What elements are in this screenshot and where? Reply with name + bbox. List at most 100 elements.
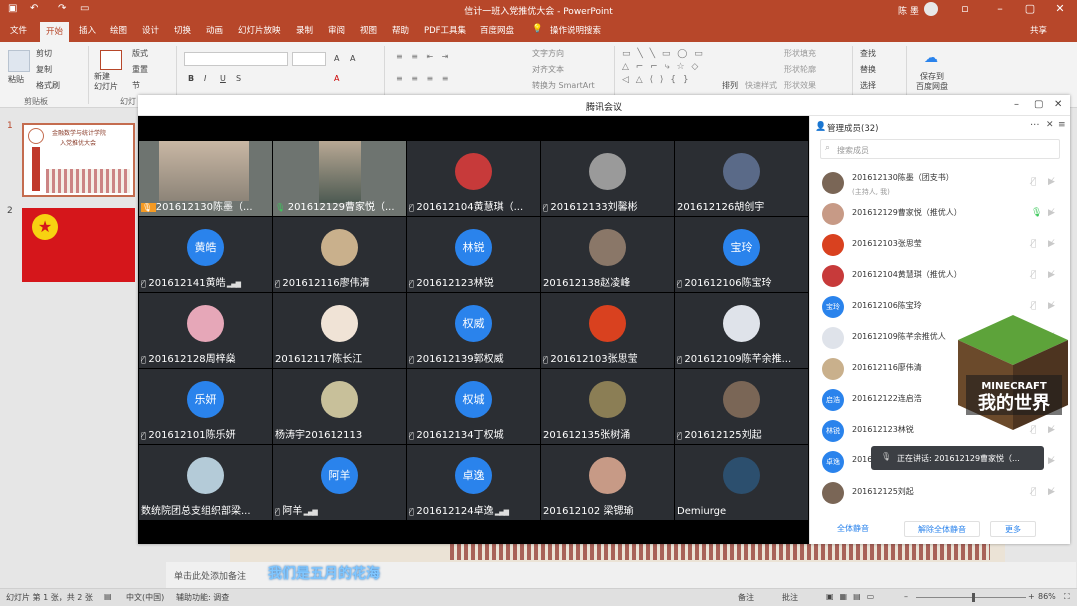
tab-draw[interactable]: 绘图 [110,24,127,36]
participant-tile[interactable]: 权城 🎙̸ 201612134丁权城 [407,369,540,444]
member-row[interactable]: 201612130陈墨（团支书） (主持人, 我) 🎙̸ ▶̸ [822,168,1062,198]
participant-tile[interactable]: 乐妍 🎙̸ 201612101陈乐妍 [139,369,272,444]
zoom-slider[interactable] [916,597,1026,598]
align-text-button[interactable]: 对齐文本 [532,64,564,75]
more-options-button[interactable]: 更多 [990,521,1036,537]
mic-muted-icon[interactable]: 🎙̸ [1031,270,1036,280]
reset-button[interactable]: 重置 [132,64,148,75]
participant-tile[interactable]: 数统院团总支组织部梁... [139,445,272,520]
restore-icon[interactable]: ▢ [1020,2,1040,15]
participant-tile[interactable]: 🎙̸ 201612125刘起 [675,369,808,444]
participant-tile[interactable]: 🎙̸ 201612133刘馨彬 [541,141,674,216]
arrange-button[interactable]: 排列 [722,80,738,91]
participant-tile[interactable]: 🎙̸ 201612109陈芊余推... [675,293,808,368]
font-size-select[interactable] [292,52,326,66]
comments-button[interactable]: 批注 [782,592,798,603]
text-direction-button[interactable]: 文字方向 [532,48,564,59]
format-painter-button[interactable]: 格式刷 [36,80,60,91]
font-color-icon[interactable]: A [334,74,339,83]
mic-muted-icon[interactable]: 🎙̸ [1031,487,1036,497]
more-icon[interactable]: ··· [1030,120,1040,131]
member-row[interactable]: 201612104黄慧琪（推优人） 🎙̸ ▶̸ [822,261,1062,291]
participant-tile[interactable]: 林锐 🎙̸ 201612123林锐 [407,217,540,292]
italic-icon[interactable]: I [204,74,206,83]
tab-slideshow[interactable]: 幻灯片放映 [238,24,281,36]
member-search-input[interactable]: ⌕ 搜索成员 [820,139,1060,159]
tab-view[interactable]: 视图 [360,24,377,36]
grow-font-icon[interactable]: A [334,54,339,63]
camera-off-icon[interactable]: ▶̸ [1048,487,1055,497]
shape-fill-button[interactable]: 形状填充 [784,48,816,59]
avatar[interactable] [924,2,938,16]
member-row[interactable]: 201612103张思莹 🎙̸ ▶̸ [822,230,1062,260]
shapes-gallery[interactable]: ▭ ╲ ╲ ▭ ◯ ▭ △ ⌐ ⌐ ⤷ ☆ ◇ ◁ △ ⟨ ⟩ { } [622,48,712,90]
participant-tile[interactable]: 201612102 梁锶瑜 [541,445,674,520]
camera-off-icon[interactable]: ▶̸ [1048,177,1055,187]
strikethrough-icon[interactable]: S [236,74,241,83]
unmute-all-button[interactable]: 解除全体静音 [904,521,980,537]
camera-off-icon[interactable]: ▶̸ [1048,456,1055,466]
new-slide-icon[interactable] [100,50,122,70]
view-buttons[interactable]: ▣▦▤▭ [826,592,880,601]
maximize-icon[interactable]: ▢ [1034,99,1043,110]
accessibility-status[interactable]: 辅助功能: 调查 [176,592,229,603]
copy-button[interactable]: 复制 [36,64,52,75]
fit-slide-icon[interactable]: ⛶ [1064,592,1070,602]
slide-thumbnail-1[interactable]: 金融数学与统计学院 入党推优大会 [22,123,135,197]
select-button[interactable]: 选择 [860,80,876,91]
tab-design[interactable]: 设计 [142,24,159,36]
participant-tile[interactable]: 201612117陈长江 [273,293,406,368]
layout-button[interactable]: 版式 [132,48,148,59]
mic-muted-icon[interactable]: 🎙̸ [1031,177,1036,187]
tab-record[interactable]: 录制 [296,24,313,36]
participant-tile[interactable]: 🎙̸ 201612128周梓燊 [139,293,272,368]
user-name[interactable]: 陈 墨 [898,4,919,17]
camera-off-icon[interactable]: ▶̸ [1048,270,1055,280]
slide-thumbnail-2[interactable]: ★ [22,208,135,282]
participant-tile[interactable]: 阿羊 🎙̸ 阿羊 ▂▄▆ [273,445,406,520]
find-button[interactable]: 查找 [860,48,876,59]
tab-insert[interactable]: 插入 [79,24,96,36]
minimize-icon[interactable]: – [990,2,1010,15]
participant-tile[interactable]: 201612135张树涌 [541,369,674,444]
replace-button[interactable]: 替换 [860,64,876,75]
save-to-baidu-button[interactable]: 保存到 百度网盘 [916,72,948,92]
tab-animations[interactable]: 动画 [206,24,223,36]
mic-muted-icon[interactable]: 🎙̸ [1031,301,1036,311]
mic-muted-icon[interactable]: 🎙̸ [1031,239,1036,249]
align-icons[interactable]: ≡ ≡ ≡ ≡ [396,74,451,83]
participant-tile[interactable]: 🎙̸ 201612116廖伟清 [273,217,406,292]
paste-button[interactable]: 粘贴 [8,74,24,85]
new-slide-button[interactable]: 新建 幻灯片 [94,72,118,92]
menu-icon[interactable]: ≡ [1058,120,1066,130]
member-row[interactable]: 201612129曹家悦（推优人） 🎙 ▶̸ [822,199,1062,229]
camera-off-icon[interactable]: ▶̸ [1048,239,1055,249]
member-row[interactable]: 201612125刘起 🎙̸ ▶̸ [822,478,1062,508]
camera-off-icon[interactable]: ▶̸ [1048,208,1055,218]
participant-tile[interactable]: 宝玲 🎙̸ 201612106陈宝玲 [675,217,808,292]
quick-styles-button[interactable]: 快速样式 [745,80,777,91]
cut-button[interactable]: 剪切 [36,48,52,59]
shape-outline-button[interactable]: 形状轮廓 [784,64,816,75]
smartart-button[interactable]: 转换为 SmartArt [532,80,595,91]
participant-tile[interactable]: 201612138赵凌峰 [541,217,674,292]
participant-tile[interactable]: 201612126胡创宇 [675,141,808,216]
tab-home[interactable]: 开始 [40,22,70,42]
close-panel-icon[interactable]: ✕ [1046,120,1054,130]
mic-icon[interactable]: 🎙 [1031,208,1042,218]
tab-file[interactable]: 文件 [10,24,27,36]
mute-all-button[interactable]: 全体静音 [824,521,882,537]
zoom-in-icon[interactable]: + [1028,592,1035,601]
participant-tile[interactable]: 权威 🎙̸ 201612139郭权威 [407,293,540,368]
zoom-level[interactable]: 86% [1038,592,1056,601]
ribbon-options-icon[interactable]: ▫ [955,2,975,15]
participant-tile[interactable]: 杨涛宇201612113 [273,369,406,444]
participant-tile[interactable]: 🎙̸ 201612104黄慧琪（... [407,141,540,216]
share-button[interactable]: 共享 [1030,24,1047,36]
minimize-icon[interactable]: – [1014,99,1019,110]
shrink-font-icon[interactable]: A [350,54,355,63]
tab-help[interactable]: 帮助 [392,24,409,36]
participant-tile[interactable]: 🎙 201612129曹家悦（... [273,141,406,216]
zoom-slider-thumb[interactable] [972,593,975,602]
tab-review[interactable]: 审阅 [328,24,345,36]
